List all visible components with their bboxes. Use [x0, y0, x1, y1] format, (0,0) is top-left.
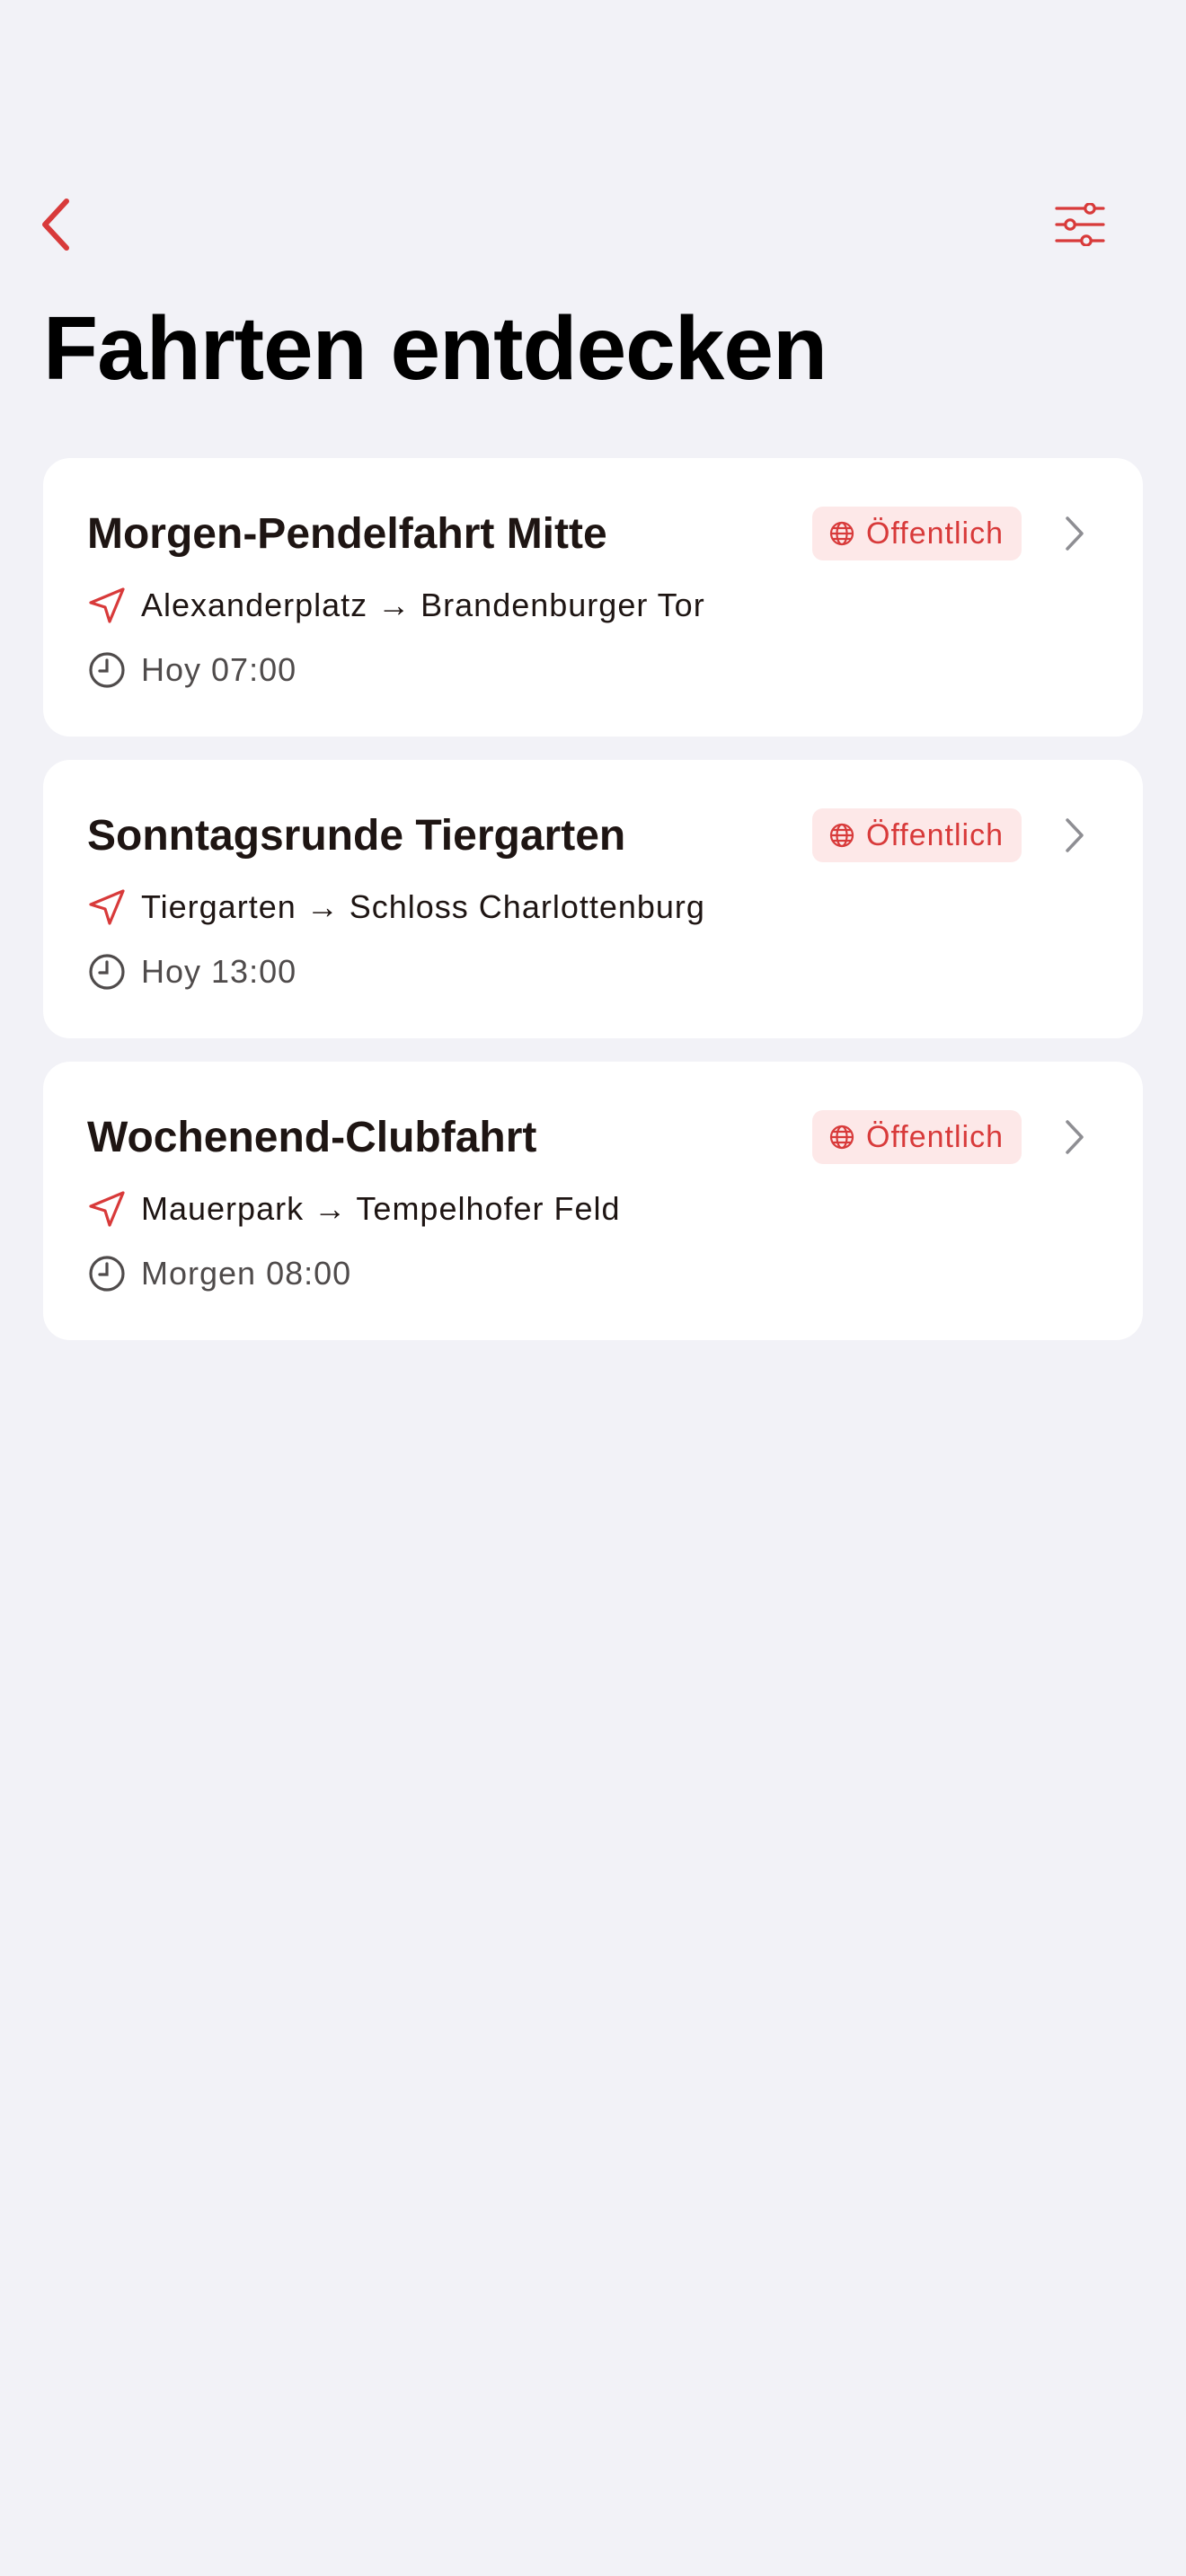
ride-card[interactable]: Sonntagsrunde Tiergarten Öffentlich Tier… [43, 760, 1143, 1038]
ride-list: Morgen-Pendelfahrt Mitte Öffentlich Alex… [43, 458, 1143, 1363]
chevron-left-icon [42, 198, 69, 251]
ride-route: Mauerpark → Tempelhofer Feld [87, 1187, 621, 1231]
clock-icon [87, 650, 127, 690]
ride-title: Morgen-Pendelfahrt Mitte [87, 510, 607, 558]
visibility-label: Öffentlich [866, 1119, 1005, 1154]
visibility-label: Öffentlich [866, 516, 1005, 551]
ride-title: Wochenend-Clubfahrt [87, 1114, 537, 1161]
chevron-right-icon [1057, 1117, 1093, 1157]
back-button[interactable] [25, 194, 86, 255]
route-text: Mauerpark → Tempelhofer Feld [141, 1190, 621, 1227]
ride-card[interactable]: Wochenend-Clubfahrt Öffentlich Mauerpark… [43, 1062, 1143, 1340]
globe-icon [829, 521, 854, 546]
location-arrow-icon [87, 586, 127, 625]
ride-time: Hoy 07:00 [87, 648, 296, 692]
chevron-right-icon [1057, 514, 1093, 553]
time-text: Hoy 13:00 [141, 953, 297, 990]
clock-icon [87, 1254, 127, 1293]
time-text: Morgen 08:00 [141, 1255, 352, 1292]
page-title: Fahrten entdecken [43, 298, 828, 399]
navigation-bar [0, 180, 1186, 269]
chevron-right-icon [1057, 816, 1093, 855]
ride-card[interactable]: Morgen-Pendelfahrt Mitte Öffentlich Alex… [43, 458, 1143, 737]
visibility-badge: Öffentlich [812, 1110, 1022, 1164]
globe-icon [829, 1125, 854, 1150]
route-text: Alexanderplatz → Brandenburger Tor [141, 587, 705, 623]
globe-icon [829, 823, 854, 848]
ride-route: Tiergarten → Schloss Charlottenburg [87, 886, 705, 929]
route-text: Tiergarten → Schloss Charlottenburg [141, 888, 705, 925]
filter-button[interactable] [1049, 194, 1111, 255]
clock-icon [87, 952, 127, 992]
ride-route: Alexanderplatz → Brandenburger Tor [87, 584, 705, 627]
visibility-badge: Öffentlich [812, 507, 1022, 560]
visibility-label: Öffentlich [866, 817, 1005, 852]
location-arrow-icon [87, 887, 127, 927]
time-text: Hoy 07:00 [141, 651, 297, 688]
visibility-badge: Öffentlich [812, 808, 1022, 862]
location-arrow-icon [87, 1189, 127, 1229]
ride-title: Sonntagsrunde Tiergarten [87, 812, 626, 860]
ride-time: Morgen 08:00 [87, 1252, 351, 1295]
sliders-icon [1055, 203, 1105, 246]
ride-time: Hoy 13:00 [87, 950, 296, 993]
